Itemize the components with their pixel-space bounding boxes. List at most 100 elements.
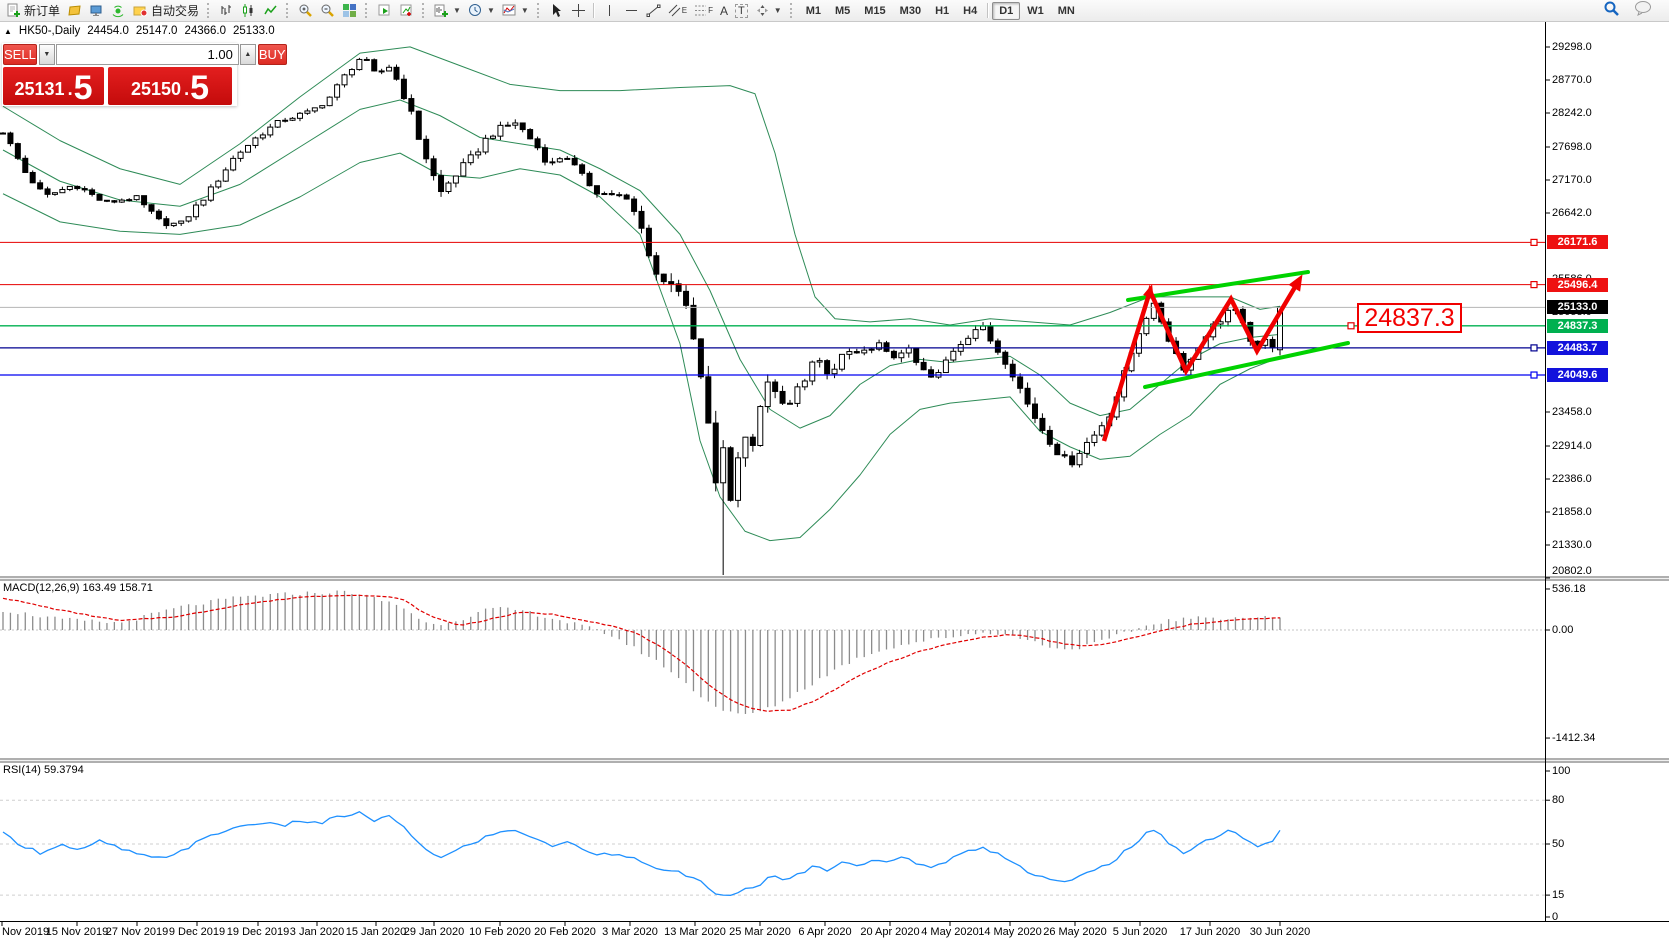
templates-button[interactable] <box>396 1 417 21</box>
zoom-out-button[interactable] <box>317 1 338 21</box>
rsi-axis-label: 50 <box>1552 838 1564 850</box>
rsi-axis-label: 80 <box>1552 794 1564 806</box>
date-label: 20 Feb 2020 <box>534 926 596 938</box>
tile-windows-button[interactable] <box>339 1 360 21</box>
date-label: 3 Mar 2020 <box>602 926 658 938</box>
new-chart-dropdown[interactable]: ▼ <box>431 1 464 21</box>
chart-high-value: 25147.0 <box>136 25 178 37</box>
macd-axis-label: 0.00 <box>1552 624 1573 636</box>
auto-trading-button[interactable]: 自动交易 <box>130 1 202 21</box>
toolbar-grip <box>207 3 211 18</box>
trendline-icon <box>646 3 661 18</box>
date-label: 15 Nov 2019 <box>46 926 108 938</box>
label-button[interactable]: T <box>732 1 751 21</box>
chat-button[interactable] <box>1634 0 1652 21</box>
price-annotation-label[interactable]: 24837.3 <box>1357 303 1462 333</box>
fibonacci-icon <box>694 4 707 17</box>
date-label: 9 Dec 2019 <box>169 926 225 938</box>
candlestick-chart-icon <box>241 3 256 18</box>
price-tick-label: 27698.0 <box>1552 141 1592 153</box>
shapes-dropdown[interactable]: ▼ <box>752 1 785 21</box>
price-tag-24837.3: 24837.3 <box>1547 319 1608 333</box>
vertical-line-button[interactable] <box>599 1 620 21</box>
profiles-button[interactable] <box>374 1 395 21</box>
sell-price-display[interactable]: 25131.5 <box>3 67 104 105</box>
buy-button[interactable]: BUY <box>258 44 287 65</box>
crosshair-button[interactable] <box>568 1 589 21</box>
price-tick-label: 23458.0 <box>1552 406 1592 418</box>
date-label: 5 Jun 2020 <box>1113 926 1167 938</box>
date-label: 4 May 2020 <box>921 926 978 938</box>
level-marker <box>1531 239 1537 245</box>
timeframe-H1[interactable]: H1 <box>928 2 956 20</box>
timeframe-W1[interactable]: W1 <box>1020 2 1051 20</box>
chevron-down-icon: ▼ <box>487 6 495 15</box>
price-tick-label: 29298.0 <box>1552 41 1592 53</box>
date-label: Nov 2019 <box>2 926 49 938</box>
line-chart-button[interactable] <box>260 1 281 21</box>
price-tick-label: 28242.0 <box>1552 107 1592 119</box>
fibonacci-button[interactable]: F <box>691 1 716 21</box>
volume-input[interactable] <box>56 44 239 65</box>
market-watch-button[interactable] <box>64 1 85 21</box>
one-click-trading-panel: SELL ▼ ▲ BUY 25131.5 25150.5 <box>2 43 237 106</box>
chevron-down-icon: ▼ <box>774 6 782 15</box>
bar-chart-icon <box>219 3 234 18</box>
horizontal-line-icon <box>624 3 639 18</box>
zoom-in-icon <box>298 3 313 18</box>
rsi-line <box>3 812 1280 896</box>
text-icon: A <box>720 4 728 18</box>
signals-icon <box>111 3 126 18</box>
macd-main-value: 163.49 <box>82 582 116 594</box>
price-tag-25133.0: 25133.0 <box>1547 300 1608 314</box>
channel-icon <box>668 4 681 17</box>
toolbar-grip <box>790 3 794 18</box>
candlestick-chart-button[interactable] <box>238 1 259 21</box>
timeframe-MN[interactable]: MN <box>1051 2 1082 20</box>
macd-axis-label: 536.18 <box>1552 583 1586 595</box>
price-tag-24483.7: 24483.7 <box>1547 341 1608 355</box>
market-watch-icon <box>67 3 82 18</box>
volume-increase-button[interactable]: ▲ <box>240 44 256 65</box>
price-tick-label: 28770.0 <box>1552 74 1592 86</box>
profiles-icon <box>377 3 392 18</box>
new-order-button[interactable]: 新订单 <box>3 1 63 21</box>
sell-button[interactable]: SELL <box>3 44 37 65</box>
toolbar-grip <box>422 3 426 18</box>
date-label: 19 Dec 2019 <box>227 926 289 938</box>
indicators-dropdown[interactable]: ▼ <box>499 1 532 21</box>
toolbar-grip <box>286 3 290 18</box>
tile-windows-icon <box>342 3 357 18</box>
timeframe-M1[interactable]: M1 <box>799 2 828 20</box>
toolbar-grip <box>365 3 369 18</box>
horizontal-line-button[interactable] <box>621 1 642 21</box>
periods-dropdown[interactable]: ▼ <box>465 1 498 21</box>
timeframe-D1[interactable]: D1 <box>992 2 1020 20</box>
timeframe-H4[interactable]: H4 <box>956 2 984 20</box>
level-marker <box>1531 372 1537 378</box>
chart-canvas[interactable] <box>0 22 1669 941</box>
symbol-pointer-icon: ▲ <box>4 27 12 36</box>
level-marker <box>1531 345 1537 351</box>
cursor-button[interactable] <box>546 1 567 21</box>
new-chart-icon <box>434 3 449 18</box>
buy-price-display[interactable]: 25150.5 <box>108 67 232 105</box>
signals-button[interactable] <box>108 1 129 21</box>
sell-price-frac: 5 <box>74 73 93 103</box>
terminals-button[interactable] <box>86 1 107 21</box>
search-button[interactable] <box>1603 0 1620 22</box>
volume-decrease-button[interactable]: ▼ <box>39 44 55 65</box>
bar-chart-button[interactable] <box>216 1 237 21</box>
new-order-icon <box>6 3 21 18</box>
timeframe-M30[interactable]: M30 <box>893 2 928 20</box>
timeframe-M15[interactable]: M15 <box>857 2 892 20</box>
price-tag-26171.6: 26171.6 <box>1547 235 1608 249</box>
level-marker <box>1531 282 1537 288</box>
timeframe-M5[interactable]: M5 <box>828 2 857 20</box>
macd-signal-value: 158.71 <box>119 582 153 594</box>
channel-button[interactable]: E <box>665 1 690 21</box>
zoom-in-button[interactable] <box>295 1 316 21</box>
trendline-button[interactable] <box>643 1 664 21</box>
vertical-line-icon <box>602 3 617 18</box>
text-button[interactable]: A <box>717 1 731 21</box>
